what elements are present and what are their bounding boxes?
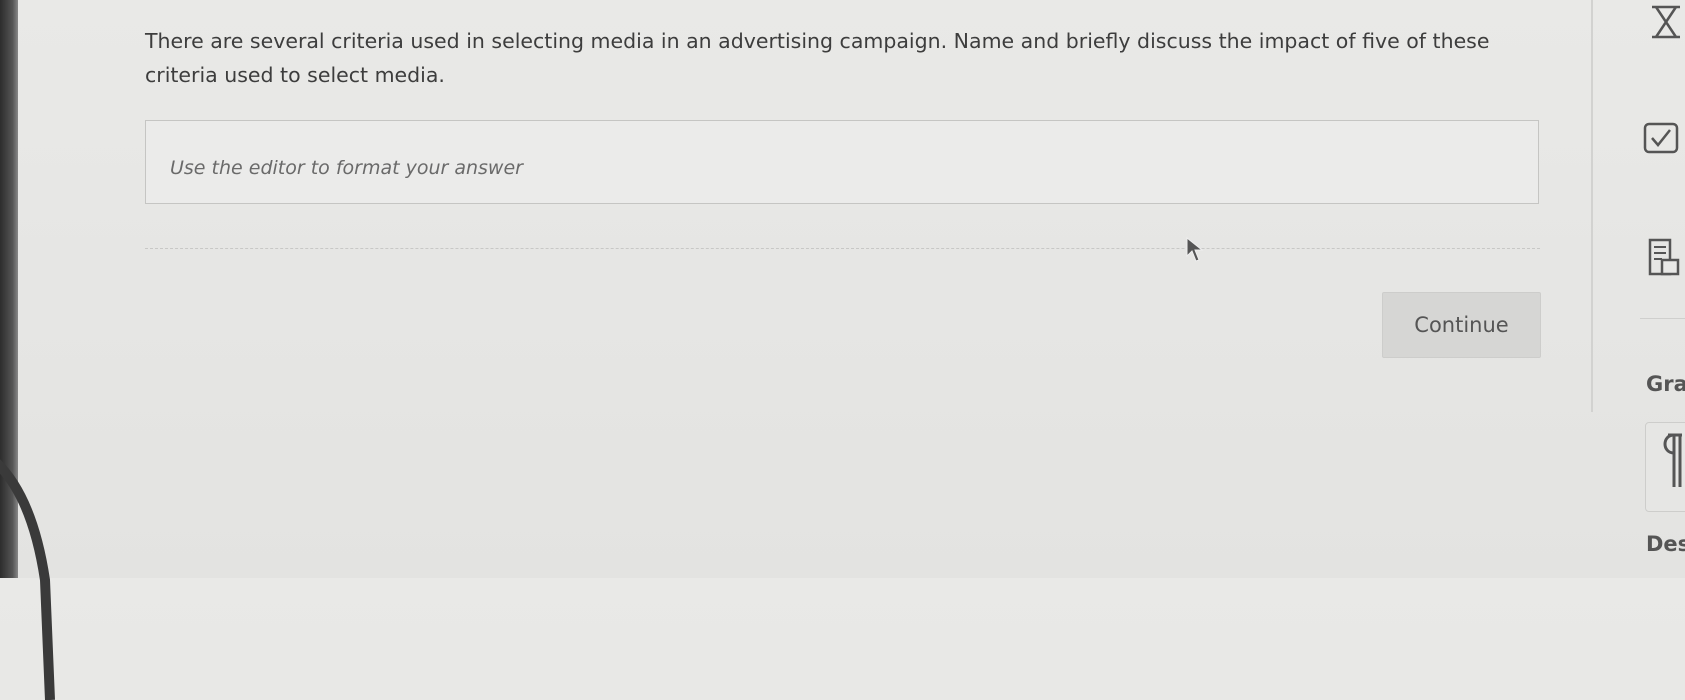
description-label: Des — [1646, 532, 1685, 556]
rail-separator — [1640, 318, 1685, 319]
continue-button[interactable]: Continue — [1382, 292, 1541, 358]
cable-decoration — [0, 459, 55, 700]
hourglass-icon[interactable] — [1648, 4, 1684, 40]
question-panel: There are several criteria used in selec… — [145, 0, 1545, 578]
checkbox-icon[interactable] — [1641, 120, 1681, 156]
section-divider — [145, 248, 1540, 249]
question-text: There are several criteria used in selec… — [145, 29, 1490, 87]
mouse-cursor-icon — [1186, 236, 1204, 262]
answer-editor[interactable]: Use the editor to format your answer — [145, 120, 1539, 204]
document-icon[interactable] — [1646, 238, 1682, 278]
answer-placeholder: Use the editor to format your answer — [170, 157, 523, 179]
paragraph-tool-card[interactable] — [1645, 422, 1685, 512]
rail-divider — [1591, 0, 1593, 412]
grade-label: Gra — [1646, 372, 1685, 396]
paragraph-icon — [1663, 433, 1682, 487]
